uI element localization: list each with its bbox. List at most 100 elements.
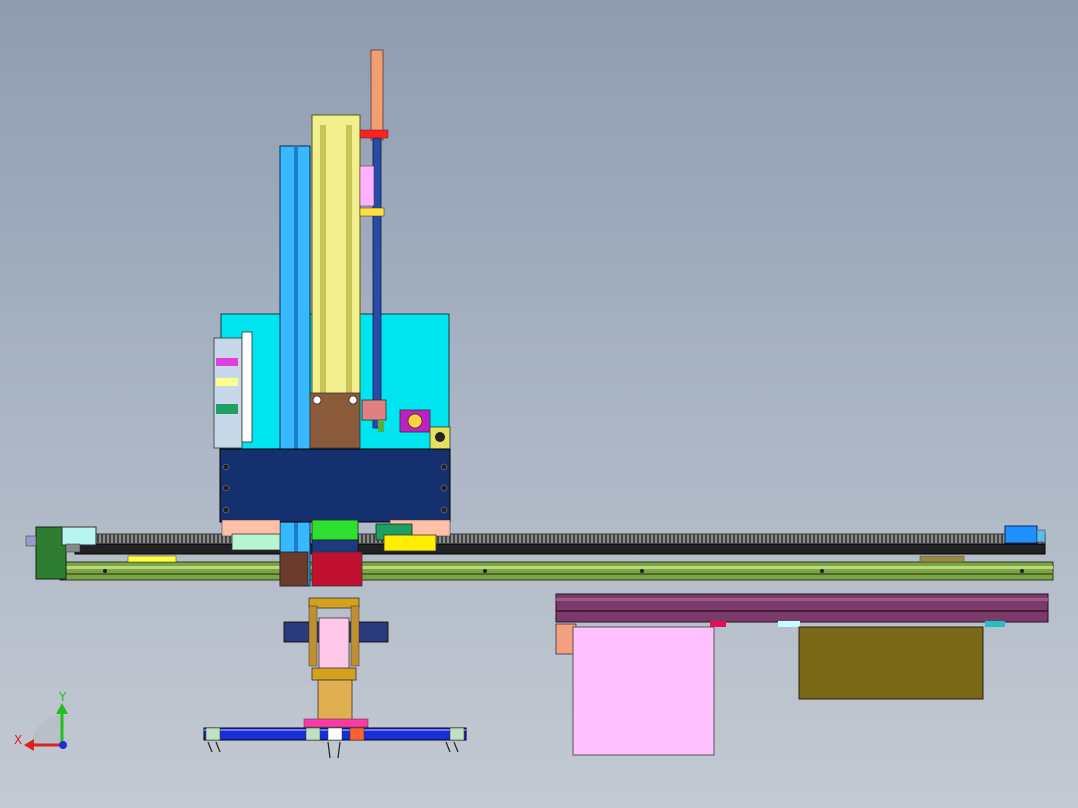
rack-tooth [125,534,127,543]
rack-tooth [517,534,519,543]
rack-tooth [993,534,995,543]
rack-tooth [193,534,195,543]
rack-tooth [197,534,199,543]
rack-tooth [717,534,719,543]
rack-tooth [481,534,483,543]
rack-tooth [773,534,775,543]
z-axis-dot [59,741,67,749]
rack-tooth [705,534,707,543]
rack-tooth [757,534,759,543]
rack-tooth [485,534,487,543]
rack-tooth [949,534,951,543]
rack-tooth [565,534,567,543]
rack-tooth [477,534,479,543]
rack-tooth [753,534,755,543]
rack-tooth [885,534,887,543]
rack-tooth [813,534,815,543]
rack-tooth [525,534,527,543]
rack-tooth [889,534,891,543]
rack-tooth [657,534,659,543]
end-stop-right[interactable] [1004,525,1046,544]
rack-tooth [925,534,927,543]
rack-tooth [593,534,595,543]
rack-tooth [105,534,107,543]
rack-tooth [165,534,167,543]
rack-tooth [645,534,647,543]
rack-tooth [833,534,835,543]
rack-tooth [529,534,531,543]
rack-tooth [681,534,683,543]
rack-tooth [177,534,179,543]
rack-tooth [785,534,787,543]
orientation-triad: Y X [14,690,68,751]
rack-tooth [149,534,151,543]
rack-tooth [217,534,219,543]
rack-tooth [801,534,803,543]
rack-tooth [897,534,899,543]
rack-tooth [893,534,895,543]
rack-tooth [641,534,643,543]
olive-fixture[interactable] [798,626,984,700]
rack-tooth [661,534,663,543]
rack-tooth [857,534,859,543]
rack-tooth [969,534,971,543]
rack-tooth [845,534,847,543]
rack-tooth [621,534,623,543]
rack-tooth [101,534,103,543]
rack-tooth [957,534,959,543]
rack-tooth [521,534,523,543]
rack-tooth [513,534,515,543]
rack-tooth [853,534,855,543]
rack-tooth [741,534,743,543]
rack-tooth [97,534,99,543]
rack-tooth [365,534,367,543]
rack-tooth [457,534,459,543]
rack-tooth [497,534,499,543]
rack-tooth [473,534,475,543]
rack-tooth [809,534,811,543]
rack-tooth [997,534,999,543]
rack-tooth [549,534,551,543]
gantry-rail[interactable] [59,543,1054,581]
rack-tooth [861,534,863,543]
rack-tooth [161,534,163,543]
rack-tooth [881,534,883,543]
rack-tooth [673,534,675,543]
rack-tooth [537,534,539,543]
rack-tooth [909,534,911,543]
rack-tooth [797,534,799,543]
rack-tooth [929,534,931,543]
rack-tooth [837,534,839,543]
rack-tooth [469,534,471,543]
rack-tooth [501,534,503,543]
cad-viewport[interactable]: Y X [0,0,1078,808]
rack-tooth [649,534,651,543]
rack-tooth [733,534,735,543]
rack-tooth [761,534,763,543]
rack-tooth [841,534,843,543]
y-axis-label: Y [58,690,67,704]
rack-tooth [749,534,751,543]
rack-tooth [825,534,827,543]
pink-fixture[interactable] [572,626,715,756]
rack-tooth [701,534,703,543]
rack-tooth [141,534,143,543]
rack-tooth [817,534,819,543]
rack-tooth [973,534,975,543]
rack-tooth [689,534,691,543]
rack-tooth [989,534,991,543]
rack-tooth [905,534,907,543]
rack-tooth [209,534,211,543]
rack-tooth [597,534,599,543]
rack-tooth [585,534,587,543]
rack-tooth [569,534,571,543]
rack-tooth [609,534,611,543]
rack-tooth [109,534,111,543]
rack-tooth [589,534,591,543]
rack-tooth [721,534,723,543]
gripper-beam[interactable] [203,727,467,759]
rack-tooth [877,534,879,543]
rack-tooth [133,534,135,543]
gripper-cylinder[interactable] [283,597,389,728]
rack-tooth [113,534,115,543]
